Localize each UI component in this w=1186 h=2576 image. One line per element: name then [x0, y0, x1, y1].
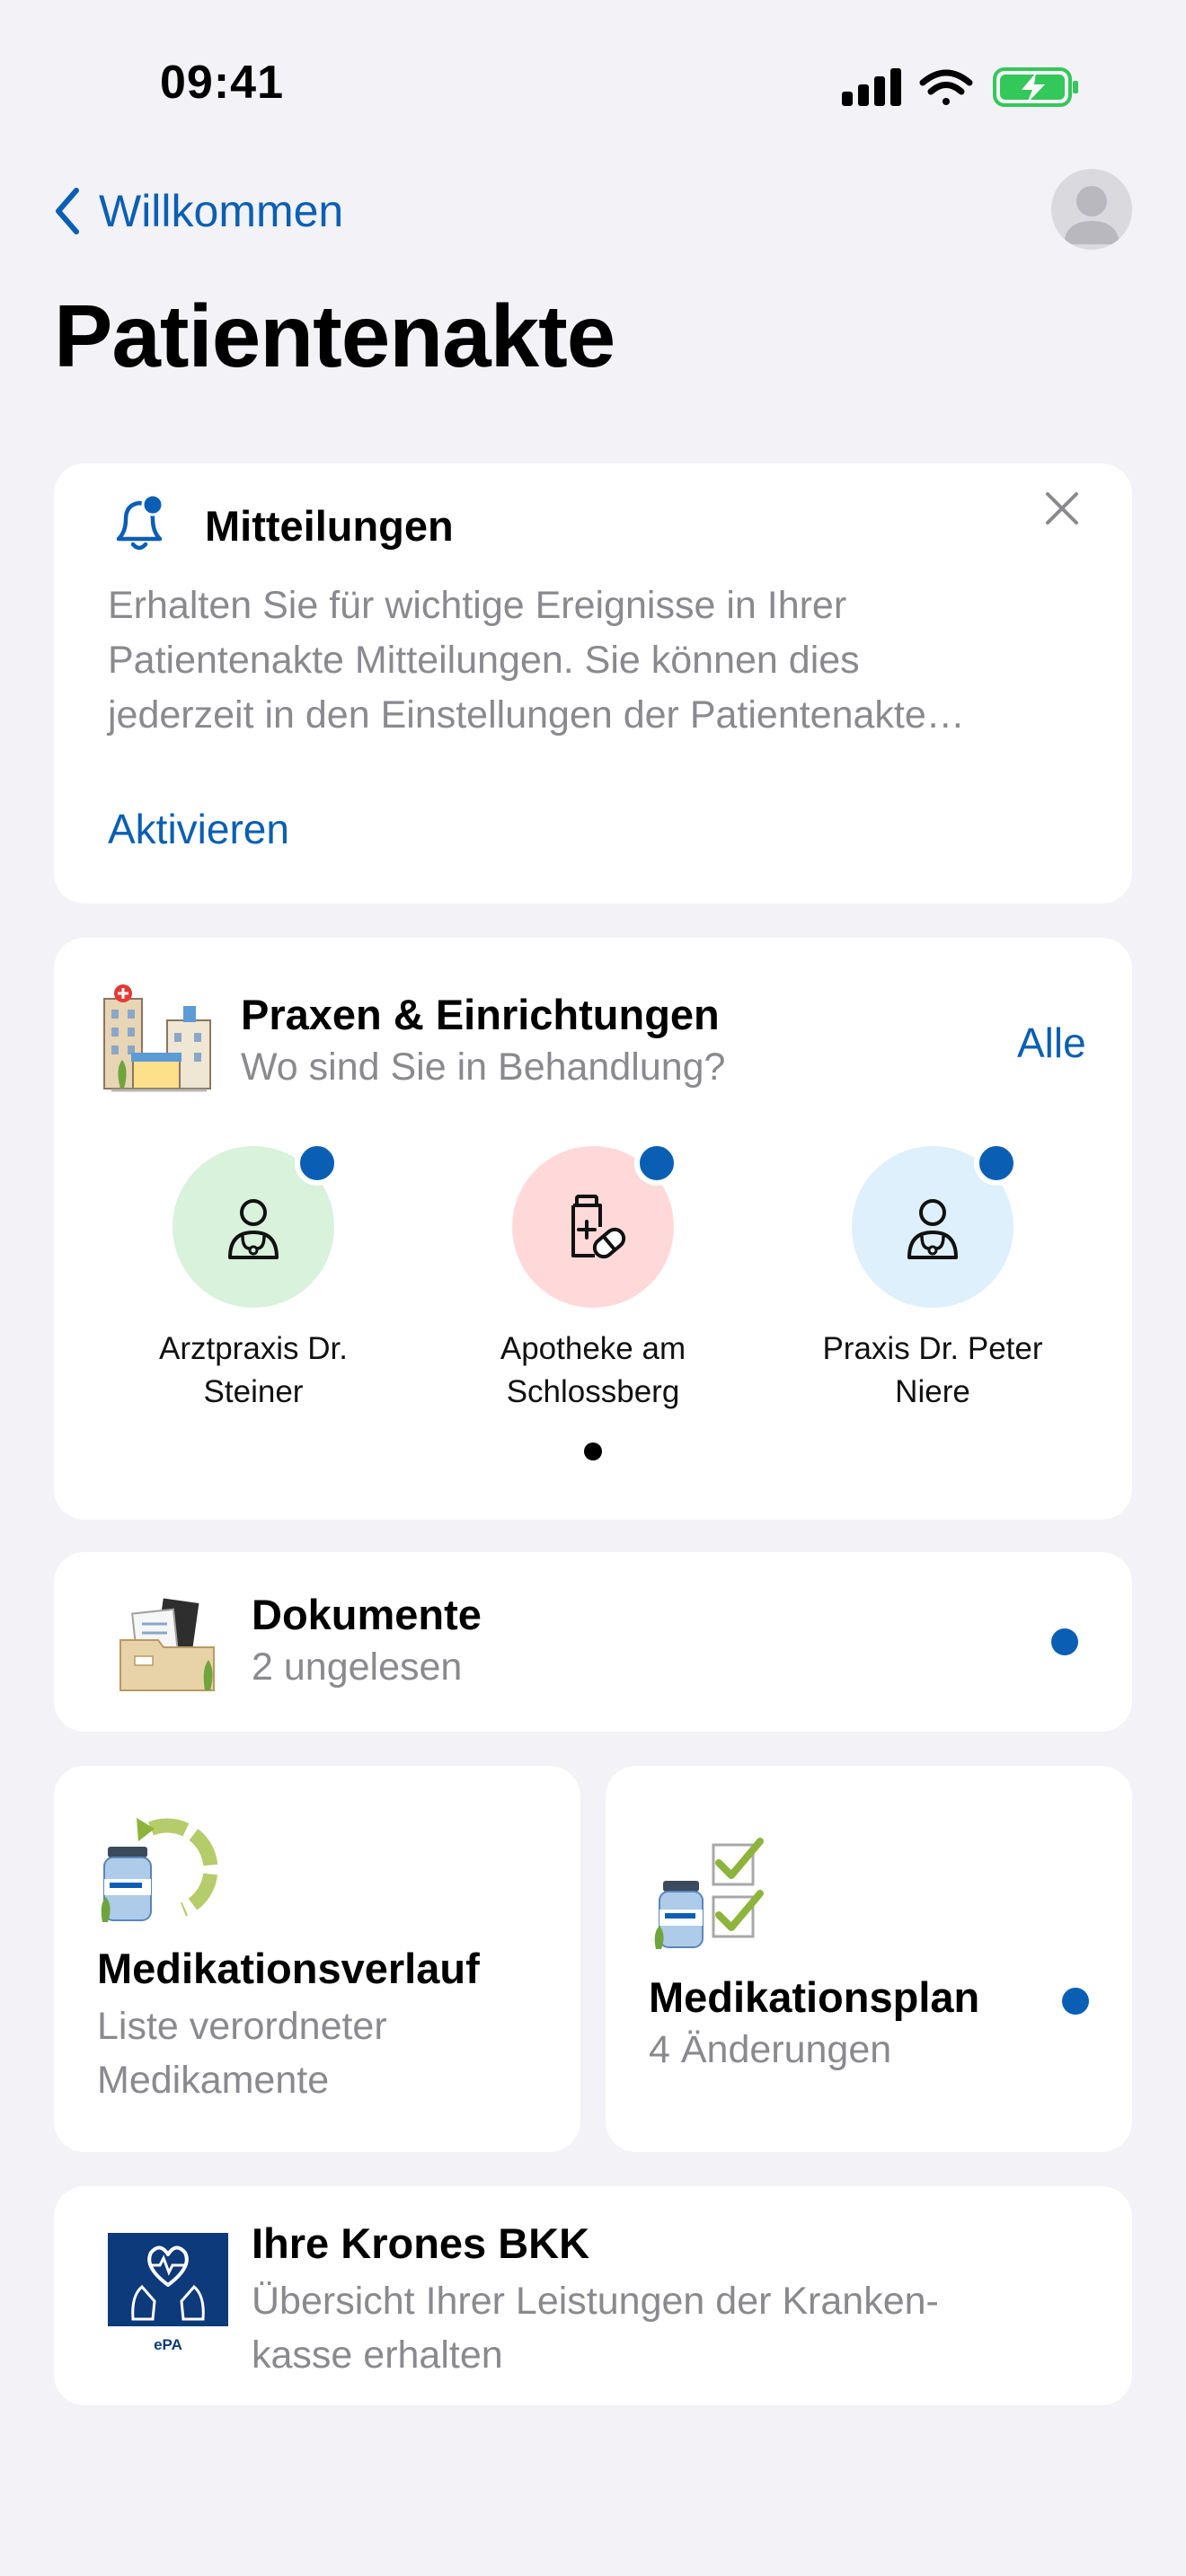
unread-badge — [634, 1141, 679, 1186]
documents-subtitle: 2 ungelesen — [252, 1645, 463, 1689]
activate-button[interactable]: Aktivieren — [108, 805, 289, 853]
back-label: Willkommen — [99, 186, 344, 236]
practices-card: Praxen & Einrichtungen Wo sind Sie in Be… — [54, 938, 1132, 1520]
facility-item-praxis-peter-niere[interactable]: Praxis Dr. Peter Niere — [789, 1141, 1076, 1414]
facility-avatar — [852, 1141, 1019, 1308]
all-practices-link[interactable]: Alle — [1017, 1019, 1086, 1067]
buildings-illustration-icon — [103, 984, 211, 1092]
facility-name-line: Schlossberg — [506, 1374, 680, 1409]
insurance-title: Ihre Krones BKK — [252, 2219, 590, 2267]
facility-avatar — [173, 1141, 340, 1308]
notifications-body-line: Erhalten Sie für wichtige Ereignisse in … — [108, 584, 847, 627]
cellular-signal-icon — [842, 68, 901, 106]
documents-folder-icon — [119, 1598, 215, 1691]
unread-badge — [295, 1141, 340, 1186]
notifications-title: Mitteilungen — [205, 502, 454, 550]
medication-history-subtitle-line: Medikamente — [97, 2059, 330, 2102]
medication-plan-title: Medikationsplan — [649, 1973, 980, 2021]
epa-logo: ePA — [108, 2233, 228, 2355]
notifications-body-line: Patientenakte Mitteilungen. Sie können d… — [108, 639, 860, 682]
practices-title: Praxen & Einrichtungen — [241, 991, 720, 1038]
notifications-body: Erhalten Sie für wichtige Ereignisse in … — [108, 578, 965, 743]
unread-badge — [974, 1141, 1019, 1186]
notifications-card: Mitteilungen Erhalten Sie für wichtige E… — [54, 463, 1132, 904]
medication-plan-card[interactable]: Medikationsplan 4 Änderungen — [606, 1766, 1132, 2152]
avatar[interactable] — [1051, 169, 1132, 250]
close-icon[interactable] — [1042, 489, 1082, 528]
page-title: Patientenakte — [54, 287, 615, 385]
insurance-subtitle-line: kasse erhalten — [252, 2333, 503, 2377]
notifications-body-line: jederzeit in den Einstellungen der Patie… — [108, 693, 965, 737]
medication-history-title: Medikationsverlauf — [97, 1945, 480, 1992]
facility-avatar — [512, 1141, 679, 1308]
facility-name-line: Steiner — [203, 1374, 304, 1409]
documents-card[interactable]: Dokumente 2 ungelesen — [54, 1552, 1132, 1732]
insurance-card[interactable]: ePA Ihre Krones BKK Übersicht Ihrer Leis… — [54, 2186, 1132, 2405]
epa-logo-text: ePA — [154, 2336, 182, 2353]
person-silhouette-icon — [1064, 186, 1120, 244]
facility-name: Apotheke am Schlossberg — [449, 1328, 737, 1414]
medication-plan-icon — [654, 1838, 764, 1949]
medication-history-icon — [101, 1818, 218, 1922]
practices-subtitle: Wo sind Sie in Behandlung? — [241, 1045, 726, 1089]
page-indicator-dot[interactable] — [584, 1442, 602, 1460]
battery-charging-icon — [993, 67, 1078, 107]
medication-history-card[interactable]: Medikationsverlauf Liste verordneter Med… — [54, 1766, 580, 2152]
facility-item-apotheke-schlossberg[interactable]: Apotheke am Schlossberg — [449, 1141, 737, 1414]
wifi-icon — [919, 69, 973, 105]
facility-name: Arztpraxis Dr. Steiner — [110, 1328, 397, 1414]
facility-name-line: Arztpraxis Dr. — [158, 1331, 349, 1366]
bell-badge-icon — [116, 493, 164, 551]
doctor-icon — [228, 1199, 279, 1259]
facility-name-line: Niere — [895, 1374, 970, 1409]
heart-hands-logo-icon — [108, 2233, 228, 2326]
facility-item-arztpraxis-steiner[interactable]: Arztpraxis Dr. Steiner — [110, 1141, 397, 1414]
status-time: 09:41 — [160, 57, 284, 109]
facility-name: Praxis Dr. Peter Niere — [789, 1328, 1076, 1414]
facility-name-line: Praxis Dr. Peter — [822, 1331, 1043, 1366]
unread-dot — [1062, 1988, 1089, 2015]
facility-name-line: Apotheke am — [500, 1331, 686, 1366]
medication-plan-subtitle: 4 Änderungen — [649, 2028, 892, 2071]
status-icons — [840, 65, 1083, 110]
pharmacy-icon — [571, 1195, 626, 1259]
medication-history-subtitle-line: Liste verordneter — [97, 2005, 387, 2048]
doctor-icon — [907, 1199, 958, 1259]
medication-history-subtitle: Liste verordneter Medikamente — [97, 1999, 387, 2107]
documents-title: Dokumente — [252, 1591, 482, 1638]
unread-dot — [1051, 1628, 1078, 1655]
insurance-subtitle: Übersicht Ihrer Leistungen der Kranken- … — [252, 2274, 939, 2382]
back-button[interactable]: Willkommen — [54, 180, 343, 243]
insurance-subtitle-line: Übersicht Ihrer Leistungen der Kranken- — [252, 2280, 939, 2323]
chevron-left-icon — [56, 188, 79, 234]
